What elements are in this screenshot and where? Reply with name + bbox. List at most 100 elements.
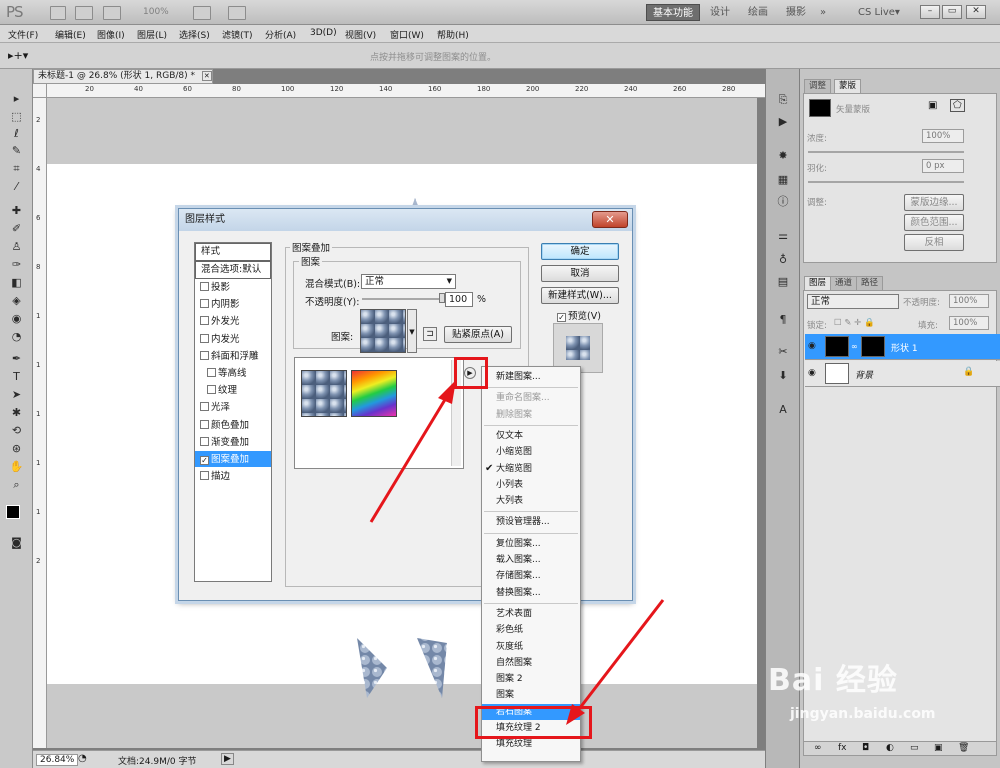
- quick-mask-icon[interactable]: ◙: [8, 535, 25, 550]
- trash-icon[interactable]: 🗑: [958, 743, 969, 753]
- vector-mask-icon[interactable]: ⬠: [950, 99, 965, 112]
- screen-mode-icon[interactable]: [228, 6, 246, 20]
- visibility-eye-icon[interactable]: ◉: [808, 368, 820, 378]
- menu-item[interactable]: 仅文本: [482, 428, 580, 444]
- style-checkbox[interactable]: [200, 316, 209, 326]
- arrange-icon[interactable]: [193, 6, 211, 20]
- document-tab-close-icon[interactable]: ✕: [201, 71, 212, 81]
- menu-item[interactable]: 彩色纸: [482, 622, 580, 638]
- menu-item[interactable]: 预设管理器...: [482, 514, 580, 530]
- character-panel-icon[interactable]: A: [775, 403, 791, 417]
- notes-panel-icon[interactable]: ⬇: [775, 369, 791, 383]
- quick-select-tool-icon[interactable]: ✎: [8, 143, 25, 158]
- snap-to-origin-button[interactable]: 贴紧原点(A): [444, 326, 512, 343]
- style-item[interactable]: 内阴影: [195, 296, 271, 314]
- pen-tool-icon[interactable]: ✒: [8, 351, 25, 366]
- new-layer-icon[interactable]: ▣: [934, 743, 943, 753]
- tab-masks[interactable]: 蒙版: [834, 79, 862, 93]
- menu-analysis[interactable]: 分析(A): [265, 28, 296, 41]
- style-item[interactable]: 外发光: [195, 313, 271, 331]
- feather-field[interactable]: 0 px: [922, 159, 964, 173]
- healing-brush-icon[interactable]: ✚: [8, 203, 25, 218]
- workspace-design[interactable]: 设计: [704, 4, 736, 21]
- color-panel-icon[interactable]: ✸: [775, 149, 791, 163]
- link-layers-icon[interactable]: ∞: [814, 743, 822, 753]
- group-icon[interactable]: ▭: [910, 743, 919, 753]
- type-tool-icon[interactable]: T: [8, 369, 25, 384]
- style-checkbox[interactable]: [207, 368, 216, 377]
- tool-presets-icon[interactable]: ✂: [775, 345, 791, 359]
- style-item[interactable]: 光泽: [195, 399, 271, 417]
- lasso-tool-icon[interactable]: ℓ: [8, 126, 25, 141]
- add-mask-icon[interactable]: ◘: [862, 743, 869, 753]
- document-tab[interactable]: 未标题-1 @ 26.8% (形状 1, RGB/8) * ✕: [33, 69, 213, 84]
- menu-item[interactable]: 存储图案...: [482, 568, 580, 584]
- 3d-orbit-icon[interactable]: ⊛: [8, 441, 25, 456]
- menu-item[interactable]: 小缩览图: [482, 444, 580, 460]
- fill-field[interactable]: 100%: [949, 316, 989, 330]
- menu-item[interactable]: 图案 2: [482, 671, 580, 687]
- shape-tool-icon[interactable]: ✱: [8, 405, 25, 420]
- tab-paths[interactable]: 路径: [856, 276, 884, 290]
- style-checkbox[interactable]: [200, 299, 209, 309]
- style-checkbox[interactable]: [207, 385, 216, 395]
- move-tool-icon[interactable]: ▸: [8, 91, 25, 106]
- bridge-icon[interactable]: [50, 6, 66, 20]
- vertical-ruler[interactable]: 2 4 6 8 1 1 1 1 1 2: [33, 98, 47, 748]
- zoom-level[interactable]: 100%: [143, 7, 169, 17]
- style-checkbox[interactable]: [200, 333, 209, 343]
- density-slider[interactable]: [808, 151, 964, 153]
- menu-select[interactable]: 选择(S): [179, 28, 210, 41]
- zoom-tool-icon[interactable]: ⌕: [8, 477, 25, 492]
- workspace-essentials[interactable]: 基本功能: [646, 4, 700, 21]
- status-info-icon[interactable]: ◔: [78, 753, 87, 764]
- blend-mode-select[interactable]: 正常 ▼: [361, 274, 456, 289]
- menu-layer[interactable]: 图层(L): [137, 28, 167, 41]
- menu-item[interactable]: 新建图案...: [482, 369, 580, 385]
- menu-item[interactable]: 图案: [482, 687, 580, 703]
- style-checkbox[interactable]: [200, 436, 209, 446]
- cancel-button[interactable]: 取消: [541, 265, 619, 282]
- move-tool-preset-icon[interactable]: ▸+▾: [8, 49, 28, 62]
- layer-row-shape-1[interactable]: ◉ ∞ 形状 1: [805, 334, 1000, 360]
- visibility-eye-icon[interactable]: ◉: [808, 341, 820, 351]
- history-brush-icon[interactable]: ✑: [8, 257, 25, 272]
- mask-edge-button[interactable]: 蒙版边缘...: [904, 194, 964, 211]
- menu-edit[interactable]: 编辑(E): [55, 28, 86, 41]
- bucket-tool-icon[interactable]: ◈: [8, 293, 25, 308]
- workspace-painting[interactable]: 绘画: [742, 4, 774, 21]
- paragraph-panel-icon[interactable]: ¶: [775, 313, 791, 327]
- style-item[interactable]: 等高线: [195, 365, 271, 382]
- style-item[interactable]: 描边: [195, 468, 271, 486]
- pattern-thumb-rainbow[interactable]: [351, 370, 397, 417]
- preview-checkbox[interactable]: ✓ 预览(V): [557, 308, 601, 322]
- color-range-button[interactable]: 颜色范围...: [904, 214, 964, 231]
- dodge-tool-icon[interactable]: ◔: [8, 329, 25, 344]
- mask-thumbnail[interactable]: [809, 99, 831, 117]
- feather-slider[interactable]: [808, 181, 964, 183]
- history-panel-icon[interactable]: ⎘: [775, 93, 791, 107]
- extras-icon[interactable]: [103, 6, 121, 20]
- menu-item[interactable]: 艺术表面: [482, 606, 580, 622]
- style-item[interactable]: 投影: [195, 279, 271, 296]
- dialog-title-bar[interactable]: 图层样式: [179, 209, 632, 231]
- info-panel-icon[interactable]: ⓘ: [775, 195, 791, 209]
- density-field[interactable]: 100%: [922, 129, 964, 143]
- style-checkbox[interactable]: [200, 282, 209, 291]
- actions-panel-icon[interactable]: ▶: [775, 115, 791, 129]
- lock-icons[interactable]: ☐ ✎ ✛ 🔒: [834, 318, 875, 328]
- menu-item[interactable]: 小列表: [482, 477, 580, 493]
- style-checkbox[interactable]: ✓: [200, 456, 209, 465]
- style-checkbox[interactable]: [200, 471, 209, 481]
- menu-item[interactable]: 复位图案...: [482, 536, 580, 552]
- menu-item[interactable]: 大列表: [482, 493, 580, 509]
- style-item[interactable]: 内发光: [195, 331, 271, 348]
- clone-source-icon[interactable]: ♁: [775, 253, 791, 267]
- menu-image[interactable]: 图像(I): [97, 28, 125, 41]
- more-workspaces[interactable]: »: [814, 4, 832, 21]
- brush-tool-icon[interactable]: ✐: [8, 221, 25, 236]
- pattern-thumb-bubbles[interactable]: [301, 370, 347, 417]
- menu-item[interactable]: 替换图案...: [482, 585, 580, 601]
- eyedropper-tool-icon[interactable]: ⁄: [8, 179, 25, 194]
- style-checkbox[interactable]: [200, 402, 209, 412]
